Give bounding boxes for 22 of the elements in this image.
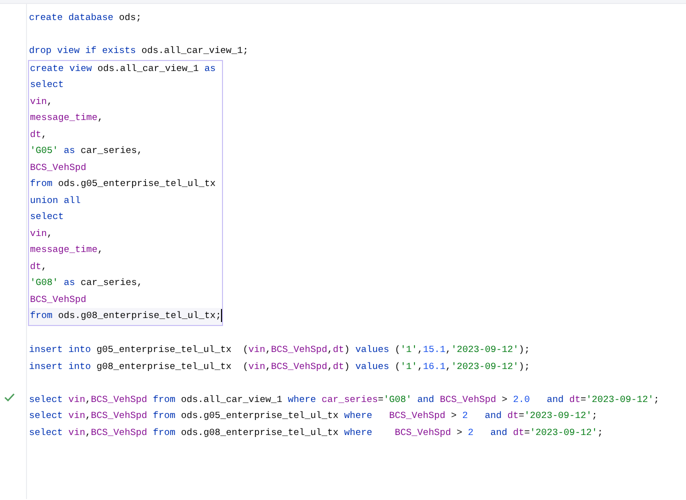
code-line: select: [29, 78, 65, 92]
code-line: from ods.g05_enterprise_tel_ul_tx: [29, 177, 217, 191]
code-line: union all: [29, 194, 82, 208]
code-line: dt,: [29, 260, 48, 274]
code-line: create view ods.all_car_view_1 as: [29, 62, 217, 76]
code-line: select vin,BCS_VehSpd from ods.g08_enterprise_tel_ul_tx where BCS_VehSpd > 2 and dt='2023-09-12';: [28, 426, 604, 440]
code-line: insert into g05_enterprise_tel_ul_tx (vin,BCS_VehSpd,dt) values ('1',15.1,'2023-09-12');: [28, 343, 531, 357]
code-line: dt,: [29, 128, 48, 142]
code-line: drop view if exists ods.all_car_view_1;: [28, 44, 250, 58]
code-line: insert into g08_enterprise_tel_ul_tx (vin,BCS_VehSpd,dt) values ('1',16.1,'2023-09-12');: [28, 360, 531, 374]
code-line: message_time,: [29, 243, 104, 257]
code-line: 'G05' as car_series,: [29, 144, 144, 158]
code-line: select vin,BCS_VehSpd from ods.all_car_view_1 where car_series='G08' and BCS_VehSpd > 2.0 and dt='2023-09-12';: [28, 392, 660, 406]
code-line: 'G08' as car_series,: [29, 276, 144, 290]
code-line: vin,: [29, 94, 54, 108]
code-line: create database ods;: [28, 11, 143, 25]
code-line: BCS_VehSpd: [29, 160, 88, 174]
code-line: message_time,: [29, 111, 104, 125]
code-line: select: [29, 210, 65, 224]
code-line: vin,: [29, 226, 54, 240]
code-line: BCS_VehSpd: [29, 292, 88, 306]
code-line: select vin,BCS_VehSpd from ods.g05_enterprise_tel_ul_tx where BCS_VehSpd > 2 and dt='2023-09-12';: [28, 409, 598, 423]
